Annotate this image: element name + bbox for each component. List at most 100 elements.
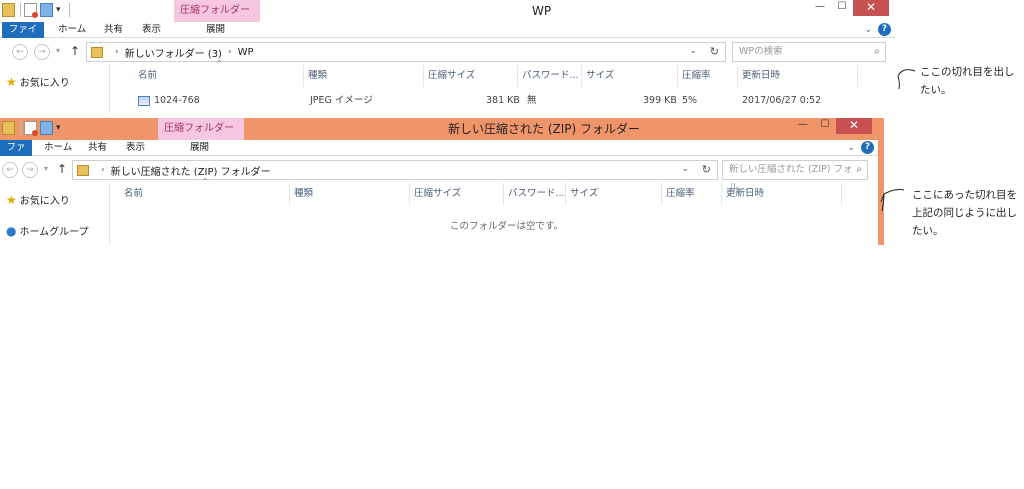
chevron-down-icon[interactable]: ▾ (56, 3, 64, 17)
chevron-down-icon[interactable]: ⌄ (847, 143, 855, 153)
context-tab-label: 圧縮フォルダー ツール (158, 118, 244, 156)
explorer-window-wp: ▾ 圧縮フォルダー ツール WP — ☐ ✕ ファイル ホーム 共有 表示 展開… (0, 0, 895, 113)
tab-view[interactable]: 表示 (136, 22, 167, 38)
maximize-button[interactable]: ☐ (831, 0, 853, 16)
address-bar[interactable]: › 新しいフォルダー (3) › WP ⌄ ↻ (86, 42, 726, 62)
column-size[interactable]: サイズ (566, 183, 662, 205)
new-folder-icon[interactable] (40, 3, 53, 17)
toolbar-divider (20, 121, 21, 135)
navigation-pane: ★ お気に入り ● ホームグループ (0, 183, 110, 245)
column-headers: ^ 名前 種類 圧縮サイズ パスワード... サイズ 圧縮率 更新日時 (120, 177, 860, 205)
folder-icon (91, 46, 103, 58)
window-title: WP (532, 4, 552, 18)
tab-file[interactable]: ファイル (2, 22, 44, 51)
column-type[interactable]: 種類 (304, 65, 424, 87)
column-modified[interactable]: 更新日時 (722, 183, 842, 205)
annotation-note: ここにあった切れ目を 上記の同じように出し たい。 (912, 189, 1017, 237)
column-password[interactable]: パスワード... (504, 183, 566, 205)
toolbar-divider (69, 3, 70, 17)
forward-icon[interactable]: → (34, 44, 50, 60)
breadcrumb-item[interactable]: 新しい圧縮された (ZIP) フォルダー (111, 163, 271, 178)
breadcrumb-item[interactable]: 新しいフォルダー (3) (125, 45, 222, 60)
ribbon-tabs: ファイル ホーム 共有 表示 展開 ⌄ ? (0, 22, 895, 51)
navigation-pane: ★ お気に入り (0, 65, 110, 113)
column-name[interactable]: 名前 (134, 65, 304, 87)
sidebar-item-homegroup[interactable]: ● ホームグループ (6, 223, 89, 239)
quick-access-toolbar: ▾ (2, 121, 64, 136)
column-modified[interactable]: 更新日時 (738, 65, 858, 87)
back-icon[interactable]: ← (2, 162, 18, 178)
minimize-button[interactable]: — (809, 0, 831, 16)
breadcrumb-item[interactable]: WP (238, 47, 254, 58)
file-size: 399 KB (643, 95, 677, 106)
column-size[interactable]: サイズ (582, 65, 678, 87)
tab-share[interactable]: 共有 (82, 140, 113, 156)
column-type[interactable]: 種類 (290, 183, 410, 205)
tab-home[interactable]: ホーム (38, 140, 78, 156)
recent-locations-icon[interactable]: ▾ (56, 46, 60, 55)
window-controls: — ☐ ✕ (792, 118, 872, 134)
column-ratio[interactable]: 圧縮率 (678, 65, 738, 87)
minimize-button[interactable]: — (792, 118, 814, 134)
file-ratio: 5% (682, 95, 698, 106)
up-icon[interactable]: ↑ (70, 44, 80, 58)
chevron-down-icon[interactable]: ⌄ (864, 25, 872, 35)
tab-home[interactable]: ホーム (52, 22, 92, 38)
search-icon[interactable]: ⌕ (856, 161, 862, 179)
chevron-down-icon[interactable]: ⌄ (689, 46, 697, 56)
window-controls: — ☐ ✕ (809, 0, 889, 16)
star-icon: ★ (6, 74, 17, 89)
annotation-note: ここの切れ目を出し たい。 (920, 66, 1015, 96)
chevron-down-icon[interactable]: ⌄ (681, 164, 689, 174)
handwritten-mark (880, 189, 905, 212)
column-password[interactable]: パスワード... (518, 65, 582, 87)
column-compressed-size[interactable]: 圧縮サイズ (424, 65, 518, 87)
back-icon[interactable]: ← (12, 44, 28, 60)
context-tab-label: 圧縮フォルダー ツール (174, 0, 260, 38)
column-headers: ^ 名前 種類 圧縮サイズ パスワード... サイズ 圧縮率 更新日時 (134, 59, 894, 87)
navigation-bar: ← → ▾ ↑ › 新しい圧縮された (ZIP) フォルダー ⌄ ↻ 新しい圧縮… (0, 157, 878, 193)
sidebar-item-favorites[interactable]: ★ お気に入り (6, 74, 70, 90)
column-ratio[interactable]: 圧縮率 (662, 183, 722, 205)
tab-extract[interactable]: 展開 (184, 140, 215, 156)
file-password: 無 (527, 95, 537, 106)
help-icon[interactable]: ? (861, 141, 874, 154)
properties-icon[interactable] (24, 121, 38, 136)
search-icon[interactable]: ⌕ (874, 43, 880, 61)
folder-icon[interactable] (2, 121, 15, 135)
table-row[interactable]: 1024-768 JPEG イメージ 381 KB 無 399 KB 5% 20… (138, 92, 888, 110)
properties-icon[interactable] (24, 3, 38, 18)
close-button[interactable]: ✕ (853, 0, 889, 16)
ribbon-tabs: ファイル ホーム 共有 表示 展開 ⌄ ? (0, 140, 878, 169)
sidebar-item-favorites[interactable]: ★ お気に入り (6, 192, 70, 208)
toolbar-divider (20, 3, 21, 17)
title-bar: ▾ 圧縮フォルダー ツール 新しい圧縮された (ZIP) フォルダー — ☐ ✕ (0, 118, 878, 156)
help-icon[interactable]: ? (878, 23, 891, 36)
chevron-down-icon[interactable]: ▾ (56, 121, 64, 135)
tab-extract[interactable]: 展開 (200, 22, 231, 38)
title-bar: ▾ 圧縮フォルダー ツール WP — ☐ ✕ (0, 0, 895, 38)
search-input[interactable]: WPの検索 ⌕ (732, 42, 886, 62)
up-icon[interactable]: ↑ (57, 162, 67, 176)
search-input[interactable]: 新しい圧縮された (ZIP) フォル... ⌕ (722, 160, 868, 193)
maximize-button[interactable]: ☐ (814, 118, 836, 134)
empty-folder-message: このフォルダーは空です。 (450, 221, 564, 232)
folder-icon (77, 164, 89, 176)
close-button[interactable]: ✕ (836, 118, 872, 134)
tab-share[interactable]: 共有 (98, 22, 129, 38)
homegroup-icon: ● (6, 223, 17, 238)
forward-icon[interactable]: → (22, 162, 38, 178)
recent-locations-icon[interactable]: ▾ (44, 164, 48, 173)
file-type: JPEG イメージ (310, 95, 373, 106)
address-bar[interactable]: › 新しい圧縮された (ZIP) フォルダー ⌄ ↻ (72, 160, 718, 180)
column-name[interactable]: 名前 (120, 183, 290, 205)
window-title: 新しい圧縮された (ZIP) フォルダー (448, 122, 640, 136)
column-compressed-size[interactable]: 圧縮サイズ (410, 183, 504, 205)
quick-access-toolbar: ▾ (2, 3, 70, 18)
new-folder-icon[interactable] (40, 121, 53, 135)
tab-view[interactable]: 表示 (120, 140, 151, 156)
refresh-icon[interactable]: ↻ (702, 163, 711, 176)
folder-icon[interactable] (2, 3, 15, 17)
tab-file[interactable]: ファイル (0, 140, 32, 169)
refresh-icon[interactable]: ↻ (710, 45, 719, 58)
